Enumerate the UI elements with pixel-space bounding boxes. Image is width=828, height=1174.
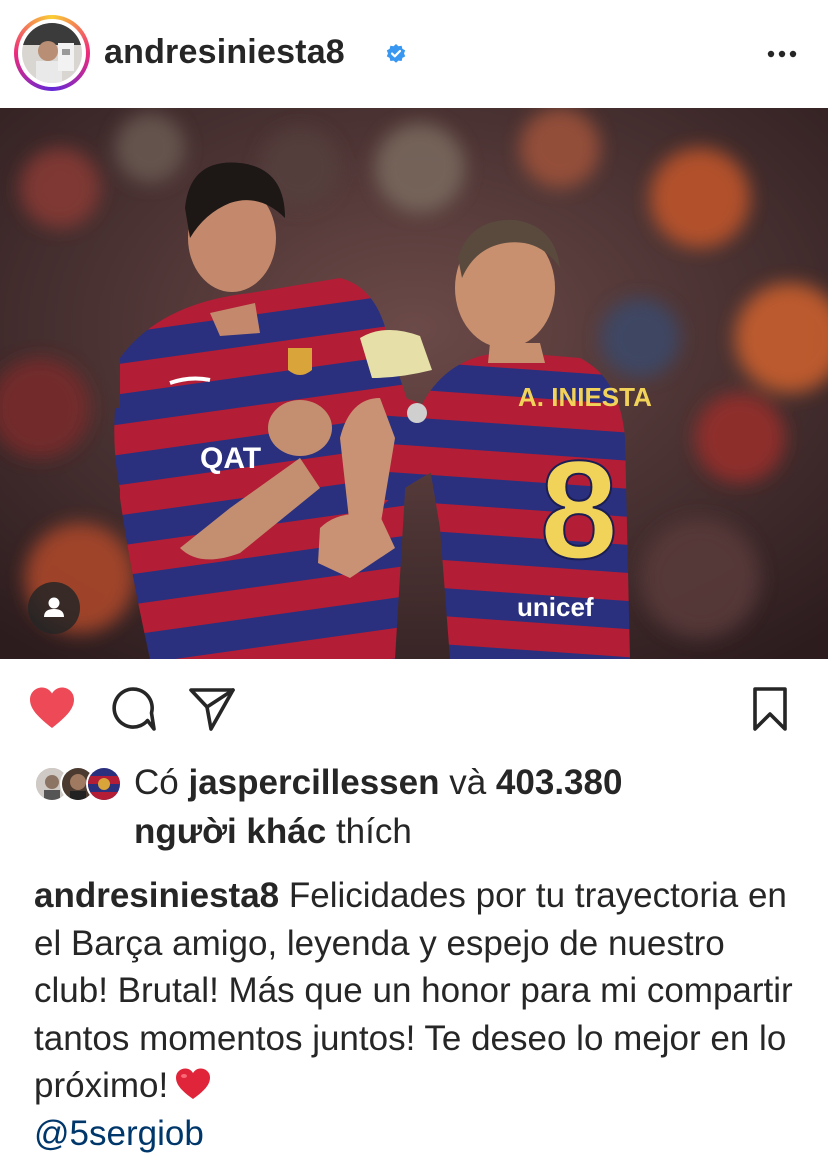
caption-mention[interactable]: @5sergiob (34, 1114, 204, 1153)
red-heart-emoji-icon (176, 1068, 211, 1099)
liker-username[interactable]: jaspercillessen (188, 763, 439, 802)
heart-filled-icon[interactable] (28, 686, 76, 730)
liker-avatars[interactable] (34, 766, 126, 802)
likes-summary-cont[interactable]: người khác thích (134, 810, 412, 854)
profile-avatar[interactable] (22, 23, 82, 83)
likes-prefix: Có (134, 763, 179, 802)
more-dots-icon[interactable] (762, 38, 802, 68)
post-caption: andresiniesta8 Felicidades por tu trayec… (34, 872, 804, 1157)
shirt-number: 8 (540, 431, 618, 588)
likes-others[interactable]: người khác (134, 812, 326, 851)
likes-summary[interactable]: Có jaspercillessen và 403.380 (134, 761, 622, 805)
paper-plane-icon[interactable] (188, 684, 236, 732)
tagged-users-button[interactable] (28, 582, 80, 634)
likes-count[interactable]: 403.380 (496, 763, 623, 802)
verified-badge-icon (386, 44, 406, 63)
post-header: andresiniesta8 (0, 0, 828, 108)
post-photo[interactable]: QAT A. INIESTA 8 unicef (0, 108, 828, 659)
shirt-sponsor-front: QAT (200, 442, 261, 475)
liker-avatar (86, 766, 122, 802)
action-bar (0, 660, 828, 760)
likes-and: và (449, 763, 487, 802)
person-icon (44, 597, 64, 617)
likes-suffix: thích (335, 812, 412, 851)
shirt-name: A. INIESTA (518, 382, 652, 412)
caption-username[interactable]: andresiniesta8 (34, 876, 279, 915)
shirt-sponsor-back: unicef (517, 592, 594, 622)
bookmark-icon[interactable] (752, 686, 788, 732)
story-ring[interactable] (14, 15, 90, 91)
comment-bubble-icon[interactable] (110, 686, 156, 732)
post-username[interactable]: andresiniesta8 (104, 33, 345, 72)
